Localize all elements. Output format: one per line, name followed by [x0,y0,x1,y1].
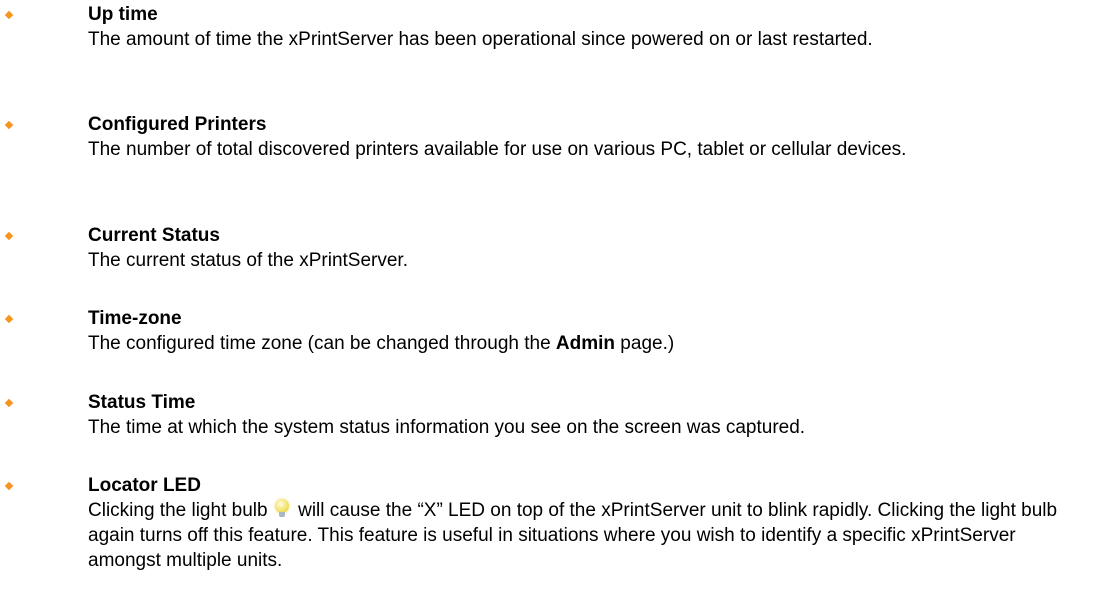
desc-locator-led-part1: Clicking the light bulb [88,500,268,521]
bullet-icon [4,120,14,130]
desc-status-time: The time at which the system status info… [88,417,806,438]
term-current-status: Current Status [88,225,220,246]
light-bulb-icon [274,499,289,519]
term-configured-printers: Configured Printers [88,114,267,135]
term-time-zone: Time-zone [88,308,182,329]
bullet-icon [4,10,14,20]
term-status-time: Status Time [88,392,196,413]
desc-current-status: The current status of the xPrintServer. [88,250,408,271]
definition-list: Up time The amount of time the xPrintSer… [0,0,1111,600]
bullet-icon [4,398,14,408]
admin-page-reference: Admin [555,333,616,354]
desc-time-zone-part1: The configured time zone (can be changed… [88,333,556,354]
bullet-icon [4,314,14,324]
bullet-icon [4,231,14,241]
bullet-icon [4,481,14,491]
desc-time-zone: The configured time zone (can be changed… [88,331,1108,356]
desc-up-time: The amount of time the xPrintServer has … [88,29,873,50]
desc-configured-printers: The number of total discovered printers … [88,139,907,160]
term-locator-led: Locator LED [88,475,201,496]
desc-time-zone-part2: page.) [615,333,675,354]
desc-locator-led: Clicking the light bulb will cause the “… [88,498,1088,573]
term-up-time: Up time [88,4,158,25]
